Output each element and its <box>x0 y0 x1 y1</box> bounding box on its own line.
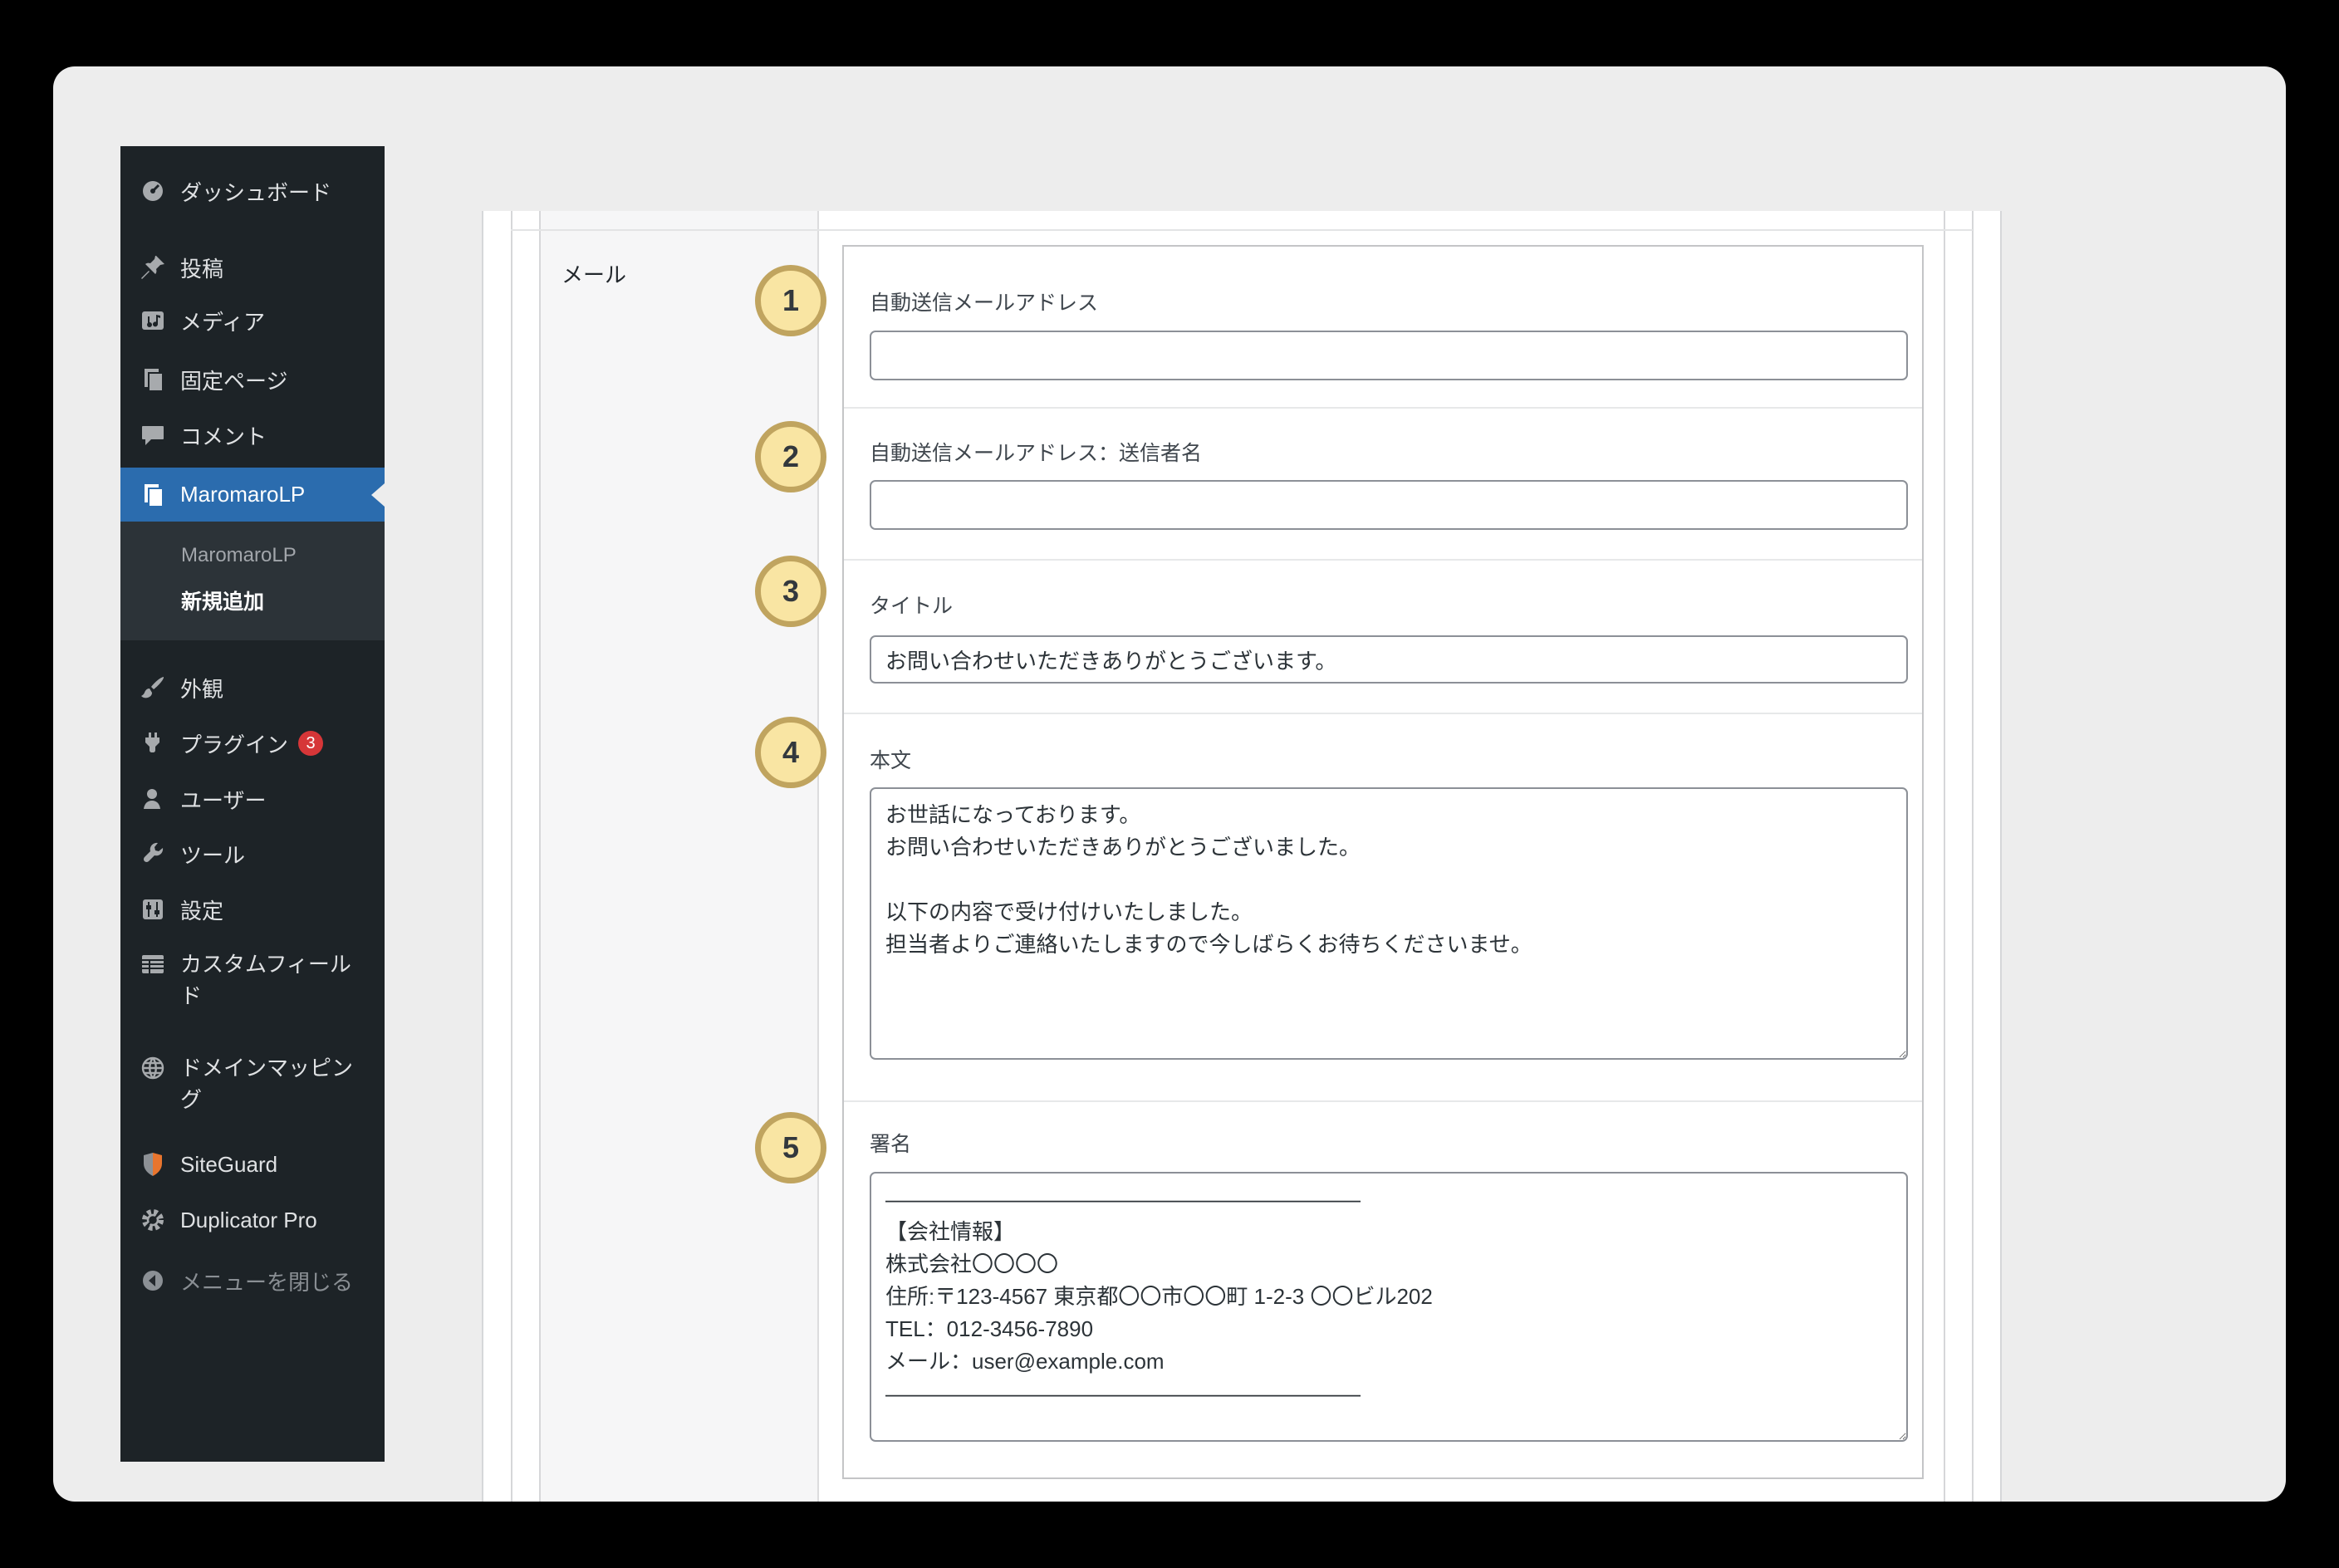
sidebar-item-domain-mapping[interactable]: ドメインマッピング <box>120 1052 385 1119</box>
settings-icon <box>139 895 169 924</box>
field-separator <box>844 559 1922 561</box>
sender-name-input[interactable] <box>870 480 1908 530</box>
form-left-edge <box>539 211 541 1502</box>
plugins-update-badge: 3 <box>298 731 323 756</box>
mail-signature-textarea[interactable]: —————————————————————— 【会社情報】 株式会社〇〇〇〇 住… <box>870 1172 1908 1442</box>
sidebar-item-media[interactable]: メディア <box>120 297 385 344</box>
field-label-title: タイトル <box>870 590 953 620</box>
postbox-left-edge <box>511 211 512 1502</box>
mail-title-input[interactable] <box>870 635 1908 684</box>
field-label-auto-reply-address: 自動送信メールアドレス <box>870 287 1098 316</box>
sidebar-item-users[interactable]: ユーザー <box>120 776 385 822</box>
pages-icon <box>139 481 169 509</box>
annotation-circle-4: 4 <box>755 717 826 788</box>
sidebar-item-settings[interactable]: 設定 <box>120 886 385 933</box>
dashboard-icon <box>139 177 169 205</box>
maromarolp-submenu: MaromaroLP 新規追加 <box>120 522 385 640</box>
user-icon <box>139 785 169 813</box>
mail-fields-group: 自動送信メールアドレス 自動送信メールアドレス：送信者名 タイトル 本文 お世話… <box>842 245 1924 1479</box>
field-separator <box>844 713 1922 714</box>
wrench-icon <box>139 840 169 868</box>
sidebar-item-duplicator-pro[interactable]: Duplicator Pro <box>120 1197 385 1243</box>
pages-icon <box>139 365 169 394</box>
plug-icon <box>139 729 169 757</box>
field-separator <box>844 407 1922 409</box>
collapse-icon <box>139 1267 169 1295</box>
sidebar-item-pages[interactable]: 固定ページ <box>120 356 385 403</box>
sidebar-item-appearance[interactable]: 外観 <box>120 664 385 711</box>
pin-icon <box>139 253 169 282</box>
row-separator <box>511 229 1973 231</box>
sidebar-item-maromarolp[interactable]: MaromaroLP <box>120 468 385 522</box>
annotation-circle-3: 3 <box>755 556 826 627</box>
sidebar-item-tools[interactable]: ツール <box>120 831 385 877</box>
shield-icon <box>139 1150 169 1178</box>
auto-reply-address-input[interactable] <box>870 331 1908 380</box>
sidebar-item-plugins[interactable]: プラグイン 3 <box>120 720 385 767</box>
annotation-circle-1: 1 <box>755 265 826 336</box>
field-label-body: 本文 <box>870 744 911 774</box>
form-right-edge <box>1944 211 1945 1502</box>
field-label-signature: 署名 <box>870 1128 911 1158</box>
brush-icon <box>139 674 169 702</box>
sidebar-item-collapse-menu[interactable]: メニューを閉じる <box>120 1257 385 1304</box>
sidebar-item-comments[interactable]: コメント <box>120 412 385 458</box>
comment-icon <box>139 421 169 449</box>
table-icon <box>139 950 169 978</box>
globe-icon <box>139 1054 169 1082</box>
sidebar-item-posts[interactable]: 投稿 <box>120 244 385 291</box>
gear-icon <box>139 1206 169 1234</box>
sidebar-item-dashboard[interactable]: ダッシュボード <box>120 168 385 214</box>
mail-body-textarea[interactable]: お世話になっております。 お問い合わせいただきありがとうございました。 以下の内… <box>870 787 1908 1060</box>
field-separator <box>844 1100 1922 1102</box>
annotation-circle-2: 2 <box>755 421 826 492</box>
submenu-item-add-new[interactable]: 新規追加 <box>181 586 264 615</box>
row-label-mail: メール <box>561 258 626 289</box>
submenu-item-maromarolp[interactable]: MaromaroLP <box>181 544 297 567</box>
current-menu-arrow <box>371 483 385 507</box>
media-icon <box>139 306 169 335</box>
field-label-sender-name: 自動送信メールアドレス：送信者名 <box>870 437 1202 467</box>
postbox-right-edge <box>1972 211 1974 1502</box>
annotation-circle-5: 5 <box>755 1112 826 1183</box>
wp-admin-sidebar: ダッシュボード 投稿 メディア 固定ページ コメント Maromaro <box>120 146 385 1462</box>
sidebar-item-siteguard[interactable]: SiteGuard <box>120 1141 385 1188</box>
browser-window: ダッシュボード 投稿 メディア 固定ページ コメント Maromaro <box>53 66 2286 1502</box>
field-label-column <box>541 211 819 1502</box>
sidebar-item-custom-fields[interactable]: カスタムフィールド <box>120 948 385 1015</box>
